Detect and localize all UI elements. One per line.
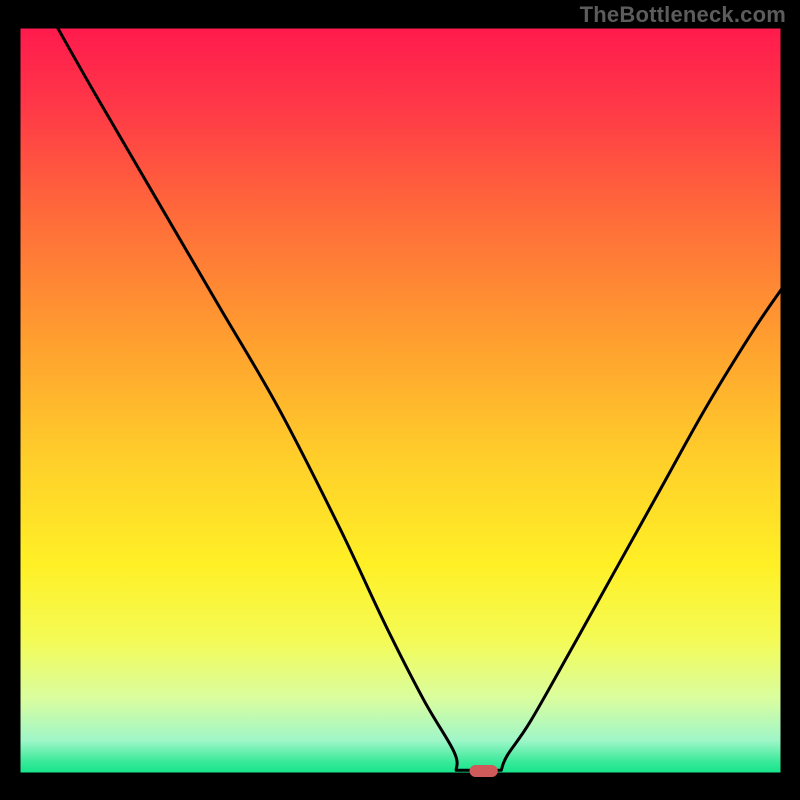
chart-svg	[0, 0, 800, 800]
optimum-marker	[470, 765, 498, 777]
plot-background	[19, 27, 782, 774]
watermark: TheBottleneck.com	[580, 2, 786, 28]
chart-frame: TheBottleneck.com	[0, 0, 800, 800]
